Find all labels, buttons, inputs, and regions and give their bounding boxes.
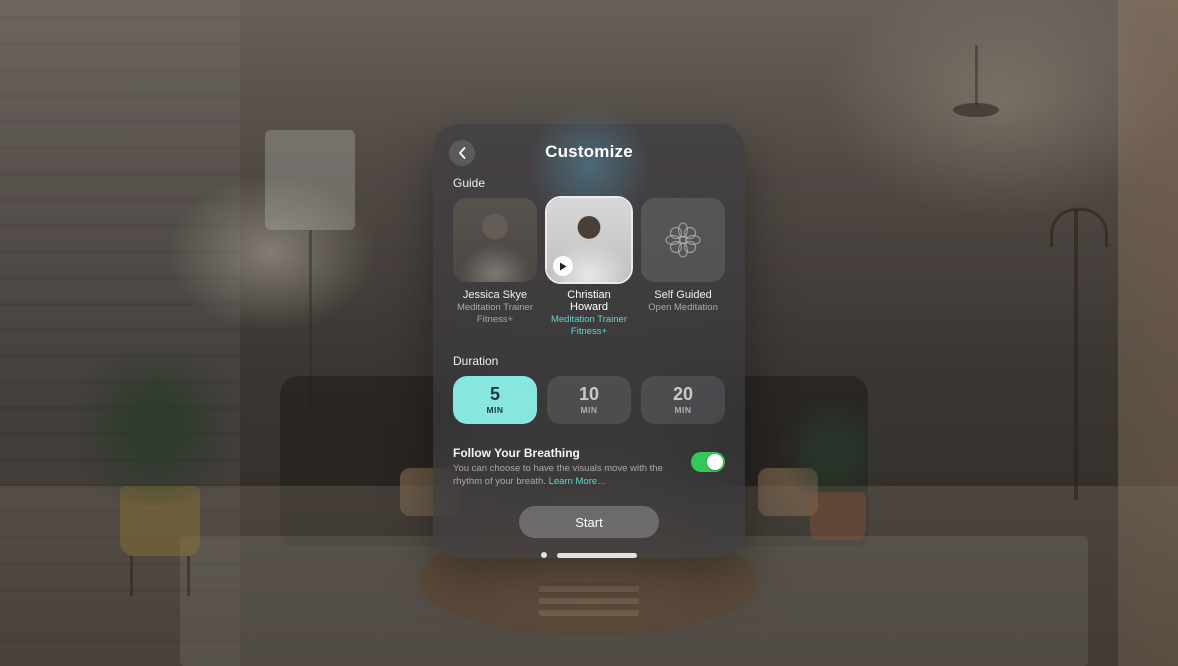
duration-option-5[interactable]: 5 MIN <box>453 376 537 424</box>
duration-value: 5 <box>490 385 500 403</box>
guide-name: Self Guided <box>654 289 711 301</box>
guide-row: Jessica Skye Meditation TrainerFitness+ … <box>453 198 725 338</box>
learn-more-link[interactable]: Learn More… <box>549 476 607 487</box>
duration-section-label: Duration <box>453 354 725 368</box>
duration-row: 5 MIN 10 MIN 20 MIN <box>453 376 725 424</box>
back-button[interactable] <box>449 140 475 166</box>
guide-name: Jessica Skye <box>463 289 527 301</box>
play-preview-button[interactable] <box>553 256 573 276</box>
duration-unit: MIN <box>486 405 503 415</box>
duration-value: 20 <box>673 385 693 403</box>
guide-subtitle: Open Meditation <box>648 302 718 314</box>
start-button[interactable]: Start <box>519 506 659 538</box>
duration-value: 10 <box>579 385 599 403</box>
duration-option-20[interactable]: 20 MIN <box>641 376 725 424</box>
breathing-text: Follow Your Breathing You can choose to … <box>453 446 679 489</box>
panel-title: Customize <box>545 142 633 162</box>
guide-name: Christian Howard <box>547 289 631 313</box>
person-avatar <box>453 198 537 282</box>
duration-unit: MIN <box>580 405 597 415</box>
guide-card-self-guided[interactable]: Self Guided Open Meditation <box>641 198 725 338</box>
duration-unit: MIN <box>674 405 691 415</box>
toggle-knob <box>707 454 723 470</box>
customize-panel: Customize Guide Jessica Skye Meditation … <box>433 124 745 558</box>
guide-section-label: Guide <box>453 176 725 190</box>
breathing-section: Follow Your Breathing You can choose to … <box>453 446 725 489</box>
breathing-toggle[interactable] <box>691 452 725 472</box>
guide-card-christian[interactable]: Christian Howard Meditation TrainerFitne… <box>547 198 631 338</box>
duration-option-10[interactable]: 10 MIN <box>547 376 631 424</box>
breathing-description: You can choose to have the visuals move … <box>453 463 679 489</box>
guide-thumb-self-guided <box>641 198 725 282</box>
flower-icon <box>663 220 703 260</box>
guide-card-jessica[interactable]: Jessica Skye Meditation TrainerFitness+ <box>453 198 537 338</box>
guide-thumb-christian <box>547 198 631 282</box>
chevron-left-icon <box>458 147 467 159</box>
window-handle[interactable] <box>541 552 637 558</box>
handle-dot-icon <box>541 552 547 558</box>
breathing-title: Follow Your Breathing <box>453 446 679 460</box>
guide-thumb-jessica <box>453 198 537 282</box>
guide-subtitle: Meditation TrainerFitness+ <box>551 314 627 338</box>
handle-grab-bar <box>557 553 637 558</box>
guide-subtitle: Meditation TrainerFitness+ <box>457 302 533 326</box>
panel-header: Customize <box>453 142 725 162</box>
play-icon <box>559 262 567 271</box>
